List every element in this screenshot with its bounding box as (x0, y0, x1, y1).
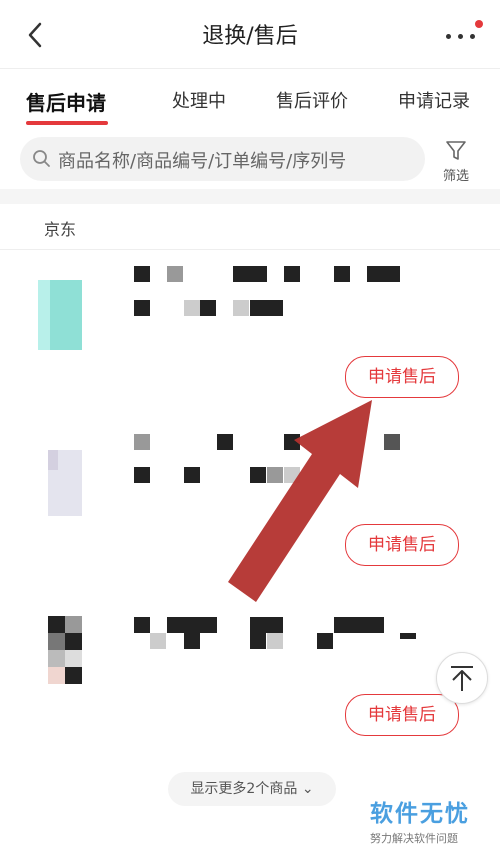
apply-after-sales-button[interactable]: 申请售后 (345, 524, 459, 566)
more-dot-icon (458, 34, 463, 39)
filter-button[interactable]: 筛选 (436, 137, 476, 184)
tab-after-sales-review[interactable]: 售后评价 (276, 87, 348, 113)
page-title: 退换/售后 (202, 24, 298, 49)
search-icon (33, 150, 50, 167)
search-row: 商品名称/商品编号/订单编号/序列号 筛选 (0, 127, 500, 189)
shop-header: 京东 (0, 204, 500, 250)
tab-processing[interactable]: 处理中 (172, 87, 226, 113)
show-more-products-button[interactable]: 显示更多2个商品 ⌄ (168, 772, 336, 806)
product-image-shade (48, 450, 58, 470)
filter-icon (446, 141, 466, 160)
watermark-subtitle: 努力解决软件问题 (370, 832, 458, 845)
notification-dot (475, 20, 483, 28)
active-tab-indicator (26, 121, 108, 125)
tab-after-sales-apply[interactable]: 售后申请 (26, 87, 106, 116)
more-menu-button[interactable] (444, 20, 484, 52)
product-image-shade (38, 280, 50, 350)
search-input[interactable]: 商品名称/商品编号/订单编号/序列号 (20, 137, 425, 181)
top-bar: 退换/售后 (0, 0, 500, 68)
tab-bar: 售后申请 处理中 售后评价 申请记录 (0, 68, 500, 127)
more-dot-icon (470, 34, 475, 39)
watermark-logo: 软件无忧 努力解决软件问题 (370, 794, 495, 846)
tab-application-records[interactable]: 申请记录 (398, 87, 470, 113)
chevron-down-icon: ⌄ (301, 781, 314, 797)
arrow-up-to-top-icon (451, 666, 473, 691)
watermark-title: 软件无忧 (370, 801, 470, 827)
product-thumbnail[interactable] (40, 438, 90, 518)
apply-after-sales-button[interactable]: 申请售后 (345, 356, 459, 398)
shop-name: 京东 (44, 220, 77, 239)
back-to-top-button[interactable] (436, 652, 488, 704)
product-thumbnail[interactable] (48, 616, 84, 686)
product-thumbnail[interactable] (30, 262, 90, 352)
more-dot-icon (446, 34, 451, 39)
show-more-label: 显示更多2个商品 (190, 781, 298, 797)
filter-label: 筛选 (442, 169, 469, 184)
search-placeholder: 商品名称/商品编号/订单编号/序列号 (58, 151, 347, 172)
